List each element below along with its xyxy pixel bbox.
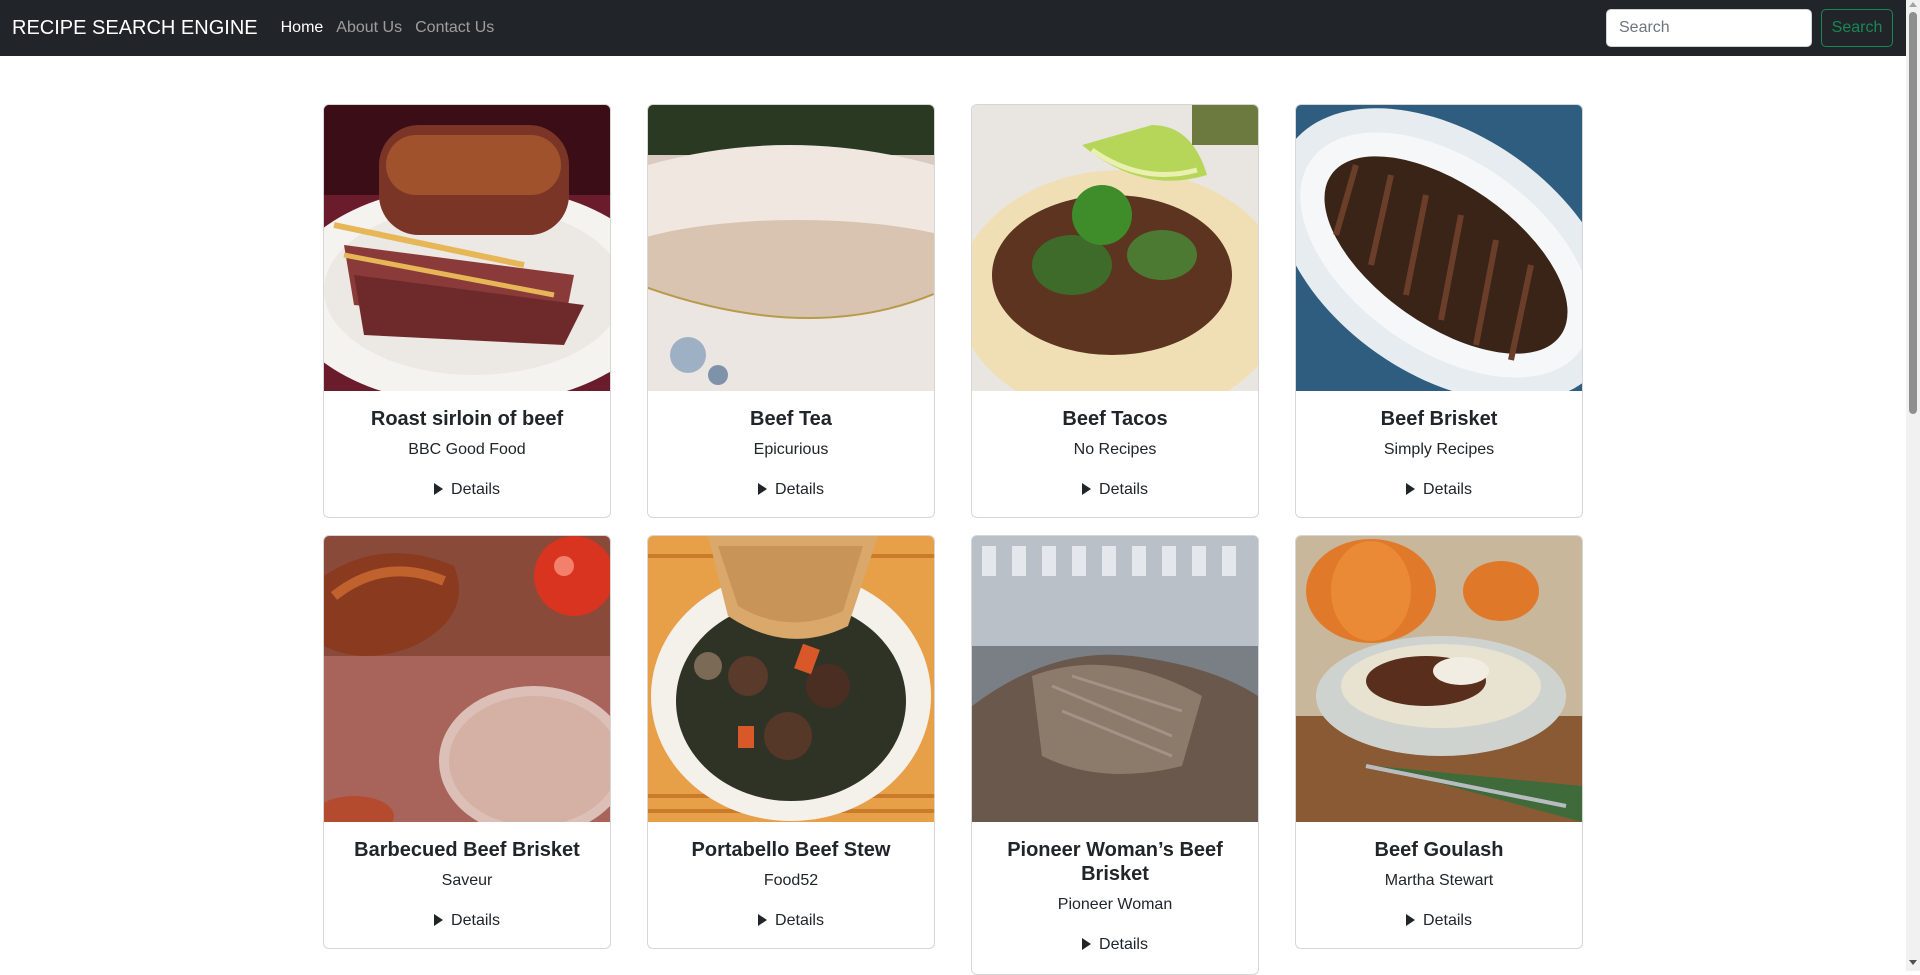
bbq-brisket-image[interactable] (324, 536, 610, 822)
recipe-grid: Roast sirloin of beef BBC Good Food Deta… (323, 104, 1585, 975)
recipe-title: Pioneer Woman’s Beef Brisket (1007, 839, 1223, 885)
details-toggle[interactable]: Details (1308, 911, 1570, 931)
details-label: Details (1423, 912, 1472, 929)
recipe-source: Epicurious (753, 441, 829, 458)
recipe-card: Portabello Beef Stew Food52 Details (647, 535, 935, 949)
vertical-scrollbar[interactable] (1906, 0, 1920, 971)
recipe-card: Beef Tacos No Recipes Details (971, 104, 1259, 518)
recipe-card: Roast sirloin of beef BBC Good Food Deta… (323, 104, 611, 518)
brand-logo-text[interactable]: RECIPE SEARCH ENGINE (12, 17, 258, 40)
recipe-card: Pioneer Woman’s Beef Brisket Pioneer Wom… (971, 535, 1259, 975)
details-toggle[interactable]: Details (660, 480, 922, 500)
caret-right-icon (1406, 483, 1416, 495)
details-toggle[interactable]: Details (984, 480, 1246, 500)
search-button[interactable]: Search (1821, 9, 1893, 47)
recipe-title: Beef Goulash (1374, 839, 1504, 861)
details-label: Details (1099, 481, 1148, 498)
caret-right-icon (758, 914, 768, 926)
recipe-title: Roast sirloin of beef (370, 408, 564, 430)
scrollbar-thumb[interactable] (1909, 12, 1917, 414)
details-toggle[interactable]: Details (336, 480, 598, 500)
details-toggle[interactable]: Details (660, 911, 922, 931)
caret-right-icon (1406, 914, 1416, 926)
recipe-title: Beef Tacos (1062, 408, 1168, 430)
details-toggle[interactable]: Details (1308, 480, 1570, 500)
recipe-source: Food52 (763, 872, 819, 889)
recipe-card: Beef Tea Epicurious Details (647, 104, 935, 518)
recipe-title: Beef Brisket (1380, 408, 1498, 430)
details-toggle[interactable]: Details (984, 935, 1246, 955)
details-toggle[interactable]: Details (336, 911, 598, 931)
details-label: Details (775, 912, 824, 929)
search-input[interactable] (1606, 9, 1812, 47)
recipe-source: No Recipes (1073, 441, 1157, 458)
search-form: Search (1606, 9, 1893, 47)
details-label: Details (775, 481, 824, 498)
caret-right-icon (1082, 938, 1092, 950)
nav-link-home[interactable]: Home (281, 19, 324, 37)
recipe-source: Simply Recipes (1383, 441, 1495, 458)
recipe-card: Beef Goulash Martha Stewart Details (1295, 535, 1583, 949)
recipe-source: Pioneer Woman (1057, 896, 1173, 913)
shredded-brisket-image[interactable] (972, 536, 1258, 822)
recipe-source: Saveur (441, 872, 493, 889)
caret-right-icon (1082, 483, 1092, 495)
nav-link-contact[interactable]: Contact Us (415, 19, 494, 37)
caret-right-icon (434, 483, 444, 495)
scroll-up-arrow-icon[interactable] (1909, 2, 1917, 7)
recipe-title: Beef Tea (750, 408, 832, 430)
recipe-source: BBC Good Food (408, 441, 526, 458)
recipe-title: Barbecued Beef Brisket (354, 839, 580, 861)
top-navbar: RECIPE SEARCH ENGINE Home About Us Conta… (0, 0, 1906, 56)
details-label: Details (1099, 936, 1148, 953)
beef-stew-image[interactable] (648, 536, 934, 822)
caret-right-icon (758, 483, 768, 495)
goulash-image[interactable] (1296, 536, 1582, 822)
recipe-card: Barbecued Beef Brisket Saveur Details (323, 535, 611, 949)
details-label: Details (451, 912, 500, 929)
beef-tacos-image[interactable] (972, 105, 1258, 391)
caret-right-icon (434, 914, 444, 926)
recipe-card: Beef Brisket Simply Recipes Details (1295, 104, 1583, 518)
roast-beef-image[interactable] (324, 105, 610, 391)
recipe-source: Martha Stewart (1384, 872, 1494, 889)
scroll-down-arrow-icon[interactable] (1909, 960, 1917, 965)
details-label: Details (451, 481, 500, 498)
beef-brisket-image[interactable] (1296, 105, 1582, 391)
details-label: Details (1423, 481, 1472, 498)
beef-tea-image[interactable] (648, 105, 934, 391)
nav-link-about[interactable]: About Us (336, 19, 402, 37)
recipe-title: Portabello Beef Stew (691, 839, 891, 861)
